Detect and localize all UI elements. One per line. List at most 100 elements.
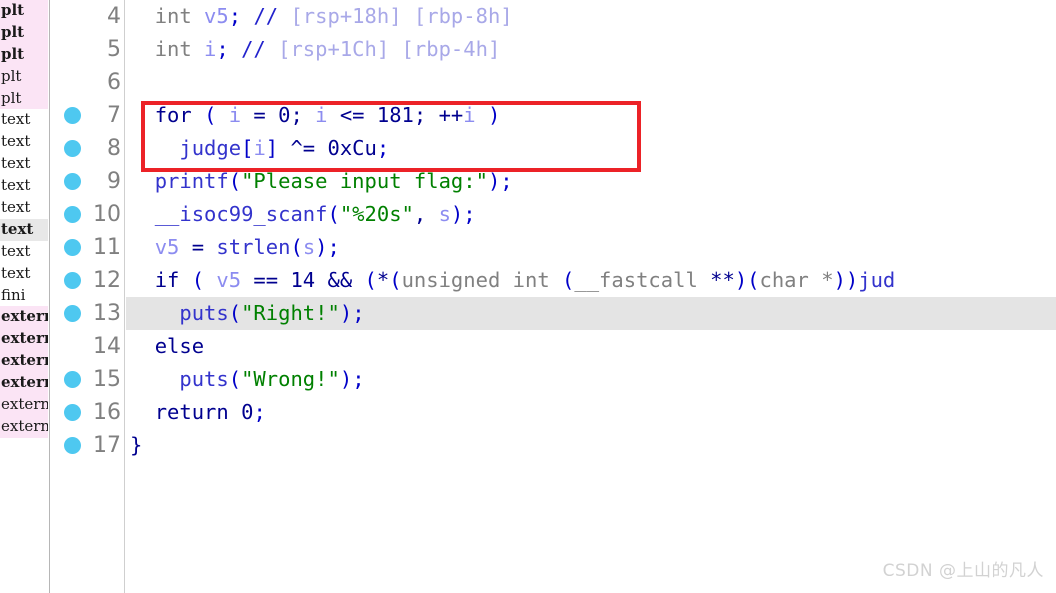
- code-token: (: [747, 268, 760, 292]
- breakpoint-dot-icon[interactable]: [64, 437, 81, 454]
- code-token: for: [154, 103, 192, 127]
- code-token: ): [734, 268, 748, 292]
- code-line[interactable]: if ( v5 == 14 && (*(unsigned int (__fast…: [126, 264, 1056, 297]
- code-line[interactable]: puts("Right!");: [126, 297, 1056, 330]
- code-line[interactable]: printf("Please input flag:");: [126, 165, 1056, 198]
- breakpoint-dot-icon[interactable]: [64, 272, 81, 289]
- gutter-row[interactable]: 5: [52, 33, 124, 66]
- gutter-row[interactable]: 12: [52, 264, 124, 297]
- code-line[interactable]: return 0;: [126, 396, 1056, 429]
- line-number: 10: [93, 202, 121, 227]
- gutter-row[interactable]: 17: [52, 429, 124, 462]
- breakpoint-dot-icon[interactable]: [64, 140, 81, 157]
- segment-row[interactable]: plt: [0, 0, 48, 22]
- segment-row[interactable]: text: [0, 131, 48, 154]
- code-line[interactable]: [126, 66, 1056, 99]
- code-token: char: [759, 268, 809, 292]
- code-line[interactable]: judge[i] ^= 0xCu;: [126, 132, 1056, 165]
- segment-row[interactable]: text: [0, 197, 48, 219]
- code-token: "Right!": [241, 301, 340, 325]
- gutter-row[interactable]: 11: [52, 231, 124, 264]
- segment-row[interactable]: text: [0, 262, 48, 285]
- breakpoint-dot-icon[interactable]: [64, 305, 81, 322]
- segment-row[interactable]: text: [0, 153, 48, 176]
- segment-row[interactable]: extern: [0, 306, 48, 329]
- code-line[interactable]: puts("Wrong!");: [126, 363, 1056, 396]
- code-token: (: [290, 235, 303, 259]
- code-token: s: [302, 235, 316, 259]
- code-pane[interactable]: int v5; // [rsp+18h] [rbp-8h] int i; // …: [126, 0, 1056, 593]
- code-line[interactable]: v5 = strlen(s);: [126, 231, 1056, 264]
- segment-row[interactable]: extern: [0, 350, 48, 373]
- gutter-row[interactable]: 8: [52, 132, 124, 165]
- gutter-row[interactable]: 9: [52, 165, 124, 198]
- breakpoint-dot-icon[interactable]: [64, 239, 81, 256]
- gutter-row[interactable]: 7: [52, 99, 124, 132]
- segment-row[interactable]: plt: [0, 43, 48, 66]
- code-token: else: [154, 334, 205, 358]
- gutter-row[interactable]: 10: [52, 198, 124, 231]
- segment-row[interactable]: plt: [0, 65, 48, 88]
- code-token: ;: [500, 169, 513, 193]
- gutter-row[interactable]: 14: [52, 330, 124, 363]
- code-line[interactable]: int i; // [rsp+1Ch] [rbp-4h]: [126, 33, 1056, 66]
- code-token: **: [710, 268, 735, 292]
- segment-row[interactable]: fini: [0, 284, 48, 307]
- segment-strip[interactable]: plt plt plt plt plt text text text text text text t…: [0, 0, 48, 593]
- code-line[interactable]: else: [126, 330, 1056, 363]
- code-line[interactable]: int v5; // [rsp+18h] [rbp-8h]: [126, 0, 1056, 33]
- breakpoint-dot-icon[interactable]: [64, 173, 81, 190]
- code-token: (: [389, 268, 402, 292]
- code-token: ;: [376, 136, 390, 160]
- code-token: 0: [278, 103, 291, 127]
- gutter-row[interactable]: 6: [52, 66, 124, 99]
- code-token: ;: [327, 235, 340, 259]
- breakpoint-dot-icon[interactable]: [64, 206, 81, 223]
- line-number-gutter[interactable]: 4 5 6 7 8 9 10 11 12 13 14 15 16 17: [52, 0, 124, 593]
- breakpoint-dot-icon[interactable]: [64, 107, 81, 124]
- code-token: ;: [228, 4, 242, 28]
- code-line[interactable]: }: [126, 429, 1056, 462]
- code-line[interactable]: __isoc99_scanf("%20s", s);: [126, 198, 1056, 231]
- gutter-row[interactable]: 15: [52, 363, 124, 396]
- segment-row[interactable]: text: [0, 175, 48, 198]
- code-token: 181: [376, 103, 414, 127]
- segment-row[interactable]: text: [0, 218, 48, 241]
- code-token: int: [154, 4, 192, 28]
- code-token: *: [376, 268, 390, 292]
- line-number: 15: [93, 367, 121, 392]
- code-token: ==: [241, 268, 291, 292]
- code-token: ): [315, 235, 328, 259]
- code-token: (: [327, 202, 340, 226]
- code-line[interactable]: for ( i = 0; i <= 181; ++i ): [126, 99, 1056, 132]
- gutter-row[interactable]: 13: [52, 297, 124, 330]
- code-token: [: [241, 136, 254, 160]
- code-token: "Wrong!": [241, 367, 340, 391]
- segment-row[interactable]: extern: [0, 372, 48, 395]
- segment-row[interactable]: text: [0, 240, 48, 263]
- segment-row[interactable]: plt: [0, 21, 48, 44]
- gutter-row[interactable]: 16: [52, 396, 124, 429]
- code-token: ): [339, 367, 353, 391]
- code-token: "%20s": [339, 202, 414, 226]
- code-token: v5: [216, 268, 242, 292]
- segment-row[interactable]: extern: [0, 328, 48, 351]
- breakpoint-dot-icon[interactable]: [64, 404, 81, 421]
- gutter-row[interactable]: 4: [52, 0, 124, 33]
- breakpoint-dot-icon[interactable]: [64, 371, 81, 388]
- code-token: [rsp+1Ch] [rbp-4h]: [278, 37, 501, 61]
- segment-row[interactable]: extern: [0, 394, 48, 416]
- code-token: ;: [352, 367, 365, 391]
- line-number: 4: [107, 4, 121, 29]
- segment-row[interactable]: plt: [0, 87, 48, 110]
- segment-row[interactable]: text: [0, 109, 48, 132]
- segment-row[interactable]: extern: [0, 415, 48, 438]
